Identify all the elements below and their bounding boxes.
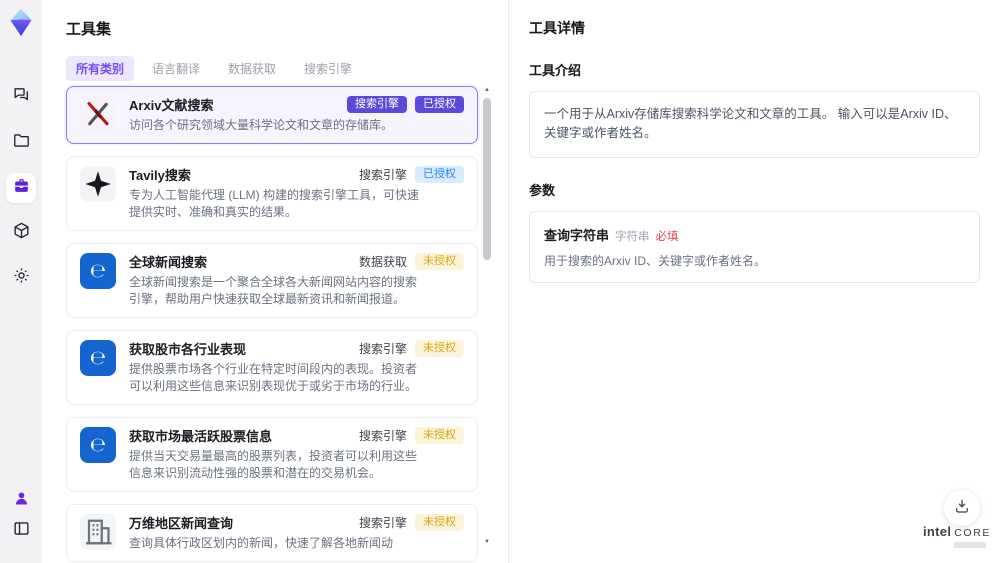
tool-name: 万维地区新闻查询 (129, 516, 234, 531)
app-window: 工具集 所有类别 语言翻译 数据获取 搜索引擎 Arxiv文献搜索 搜索引擎 已… (0, 0, 1000, 563)
page-title: 工具集 (66, 21, 112, 38)
intro-box: 一个用于从Arxiv存储库搜索科学论文和文章的工具。 输入可以是Arxiv ID… (529, 91, 980, 158)
tool-card-body: 全球新闻搜索 数据获取 未授权 全球新闻搜索是一个聚合全球各大新闻网站内容的搜索… (129, 253, 464, 308)
tool-description: 提供当天交易量最高的股票列表，投资者可以利用这些信息来识别流动性强的股票和潜在的… (129, 449, 418, 480)
category-label: 数据获取 (358, 255, 407, 269)
tool-description: 全球新闻搜索是一个聚合全球各大新闻网站内容的搜索引擎，帮助用户快速获取全球最新资… (129, 275, 418, 306)
tool-card-arxiv[interactable]: Arxiv文献搜索 搜索引擎 已授权 访问各个研究领域大量科学论文和文章的存储库… (66, 86, 478, 144)
tools-panel: 工具集 所有类别 语言翻译 数据获取 搜索引擎 Arxiv文献搜索 搜索引擎 已… (42, 0, 508, 563)
category-label: 搜索引擎 (358, 168, 407, 182)
core-logo-text: CORE (954, 527, 991, 539)
param-description: 用于搜索的Arxiv ID、关键字或作者姓名。 (544, 253, 767, 268)
tool-card-meta: 搜索引擎 未授权 (351, 514, 464, 531)
tool-description: 访问各个研究领域大量科学论文和文章的存储库。 (129, 118, 394, 132)
stock-sector-icon: ℮ (80, 340, 116, 376)
param-type: 字符串 (615, 230, 650, 243)
tool-card-body: 获取股市各行业表现 搜索引擎 未授权 提供股票市场各个行业在特定时间段内的表现。… (129, 340, 464, 395)
category-label: 搜索引擎 (358, 429, 407, 443)
crystal-logo-icon (7, 8, 35, 38)
tool-card-sector-performance[interactable]: ℮ 获取股市各行业表现 搜索引擎 未授权 提供股票市场各个行业在特定时间段内的表… (66, 330, 478, 405)
sidebar-item-models[interactable] (6, 218, 36, 248)
tool-name: 获取市场最活跃股票信息 (129, 429, 273, 444)
category-label: 搜索引擎 (358, 516, 407, 530)
sidebar-item-chat[interactable] (6, 82, 36, 112)
building-news-icon (80, 514, 116, 550)
tool-card-tavily[interactable]: Tavily搜索 搜索引擎 已授权 专为人工智能代理 (LLM) 构建的搜索引擎… (66, 156, 478, 231)
tool-card-meta: 搜索引擎 已授权 (351, 166, 464, 183)
tool-card-meta: 数据获取 未授权 (351, 253, 464, 270)
active-stock-icon: ℮ (80, 427, 116, 463)
intel-logo-text: intel (923, 524, 952, 539)
tab-language-translation[interactable]: 语言翻译 (142, 56, 210, 81)
tool-card-body: Arxiv文献搜索 搜索引擎 已授权 访问各个研究领域大量科学论文和文章的存储库… (129, 96, 464, 134)
authorized-badge: 已授权 (415, 166, 464, 183)
tool-card-body: Tavily搜索 搜索引擎 已授权 专为人工智能代理 (LLM) 构建的搜索引擎… (129, 166, 464, 221)
sidebar-item-tools[interactable] (6, 173, 36, 203)
sidebar-item-settings[interactable] (6, 263, 36, 293)
tool-card-body: 获取市场最活跃股票信息 搜索引擎 未授权 提供当天交易量最高的股票列表，投资者可… (129, 427, 464, 482)
download-icon (953, 497, 971, 520)
tool-name: 获取股市各行业表现 (129, 342, 247, 357)
tool-card-regional-news[interactable]: 万维地区新闻查询 搜索引擎 未授权 查询具体行政区划内的新闻，快速了解各地新闻动 (66, 504, 478, 562)
intel-core-logo: intel CORE (923, 524, 991, 548)
sidebar-item-profile[interactable] (6, 486, 36, 516)
intro-text: 一个用于从Arxiv存储库搜索科学论文和文章的工具。 输入可以是Arxiv ID… (544, 107, 957, 141)
tool-card-body: 万维地区新闻查询 搜索引擎 未授权 查询具体行政区划内的新闻，快速了解各地新闻动 (129, 514, 464, 552)
tavily-star-icon (80, 166, 116, 202)
category-tabs: 所有类别 语言翻译 数据获取 搜索引擎 (66, 56, 362, 81)
news-search-icon: ℮ (80, 253, 116, 289)
tool-description: 提供股票市场各个行业在特定时间段内的表现。投资者可以利用这些信息来识别表现优于或… (129, 362, 418, 393)
scrollbar-up-arrow[interactable]: ▲ (482, 86, 492, 94)
unauthorized-badge: 未授权 (415, 514, 464, 531)
sidebar-item-collapse[interactable] (6, 516, 36, 546)
sidebar (0, 0, 42, 563)
chat-icon (12, 85, 31, 109)
collapse-panel-icon (12, 519, 31, 543)
param-box: 查询字符串 字符串 必填 用于搜索的Arxiv ID、关键字或作者姓名。 (529, 210, 980, 283)
tool-card-global-news[interactable]: ℮ 全球新闻搜索 数据获取 未授权 全球新闻搜索是一个聚合全球各大新闻网站内容的… (66, 243, 478, 318)
tool-list: Arxiv文献搜索 搜索引擎 已授权 访问各个研究领域大量科学论文和文章的存储库… (66, 86, 478, 562)
tab-all-categories[interactable]: 所有类别 (66, 56, 135, 81)
param-header-row: 查询字符串 字符串 必填 (544, 225, 965, 244)
param-name: 查询字符串 (544, 227, 610, 243)
tool-name: Tavily搜索 (129, 168, 191, 183)
sidebar-item-files[interactable] (6, 128, 36, 158)
unauthorized-badge: 未授权 (415, 340, 464, 357)
params-section-title: 参数 (529, 182, 556, 198)
tool-name: 全球新闻搜索 (129, 255, 208, 270)
cube-icon (12, 221, 31, 245)
download-button[interactable] (944, 490, 980, 526)
scrollbar-down-arrow[interactable]: ▼ (482, 538, 492, 546)
tool-name: Arxiv文献搜索 (129, 98, 214, 113)
intel-core-subtext (954, 542, 986, 548)
arxiv-icon (80, 96, 116, 132)
list-scrollbar[interactable]: ▲ ▼ (482, 86, 492, 546)
tab-data-acquisition[interactable]: 数据获取 (218, 56, 286, 81)
folder-icon (12, 131, 31, 155)
tool-card-meta: 搜索引擎 未授权 (351, 340, 464, 357)
tool-card-meta: 搜索引擎 已授权 (339, 96, 464, 113)
category-label: 搜索引擎 (358, 342, 407, 356)
scrollbar-thumb[interactable] (483, 98, 491, 260)
unauthorized-badge: 未授权 (415, 253, 464, 270)
param-required-badge: 必填 (655, 230, 679, 243)
gear-icon (12, 266, 31, 290)
tool-card-active-stocks[interactable]: ℮ 获取市场最活跃股票信息 搜索引擎 未授权 提供当天交易量最高的股票列表，投资… (66, 417, 478, 492)
tool-detail-panel: 工具详情 工具介绍 一个用于从Arxiv存储库搜索科学论文和文章的工具。 输入可… (508, 0, 1000, 563)
category-badge: 搜索引擎 (347, 96, 407, 113)
user-icon (12, 489, 31, 513)
intro-section-title: 工具介绍 (529, 63, 582, 78)
tool-description: 专为人工智能代理 (LLM) 构建的搜索引擎工具，可快速提供实时、准确和真实的结… (129, 188, 420, 219)
tool-card-meta: 搜索引擎 未授权 (351, 427, 464, 444)
unauthorized-badge: 未授权 (415, 427, 464, 444)
toolbox-icon (12, 176, 31, 200)
tab-search-engine[interactable]: 搜索引擎 (294, 56, 362, 81)
authorized-badge: 已授权 (415, 96, 464, 113)
tool-description: 查询具体行政区划内的新闻，快速了解各地新闻动 (129, 536, 394, 550)
detail-title: 工具详情 (529, 20, 585, 36)
